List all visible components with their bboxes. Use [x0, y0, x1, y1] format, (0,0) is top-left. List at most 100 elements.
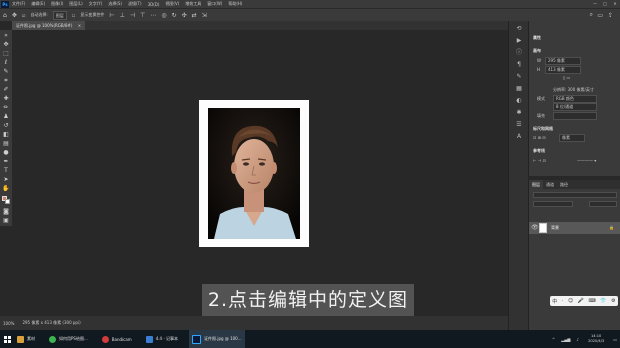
marquee-tool-icon[interactable]: ⬚ — [2, 50, 10, 58]
clone-stamp-tool-icon[interactable]: ♟ — [2, 113, 10, 121]
ime-keyboard-icon[interactable]: ⌨ — [589, 298, 596, 304]
blend-mode-dropdown[interactable] — [533, 201, 573, 207]
styles-panel-icon[interactable]: ✱ — [515, 109, 523, 117]
tray-chevron-icon[interactable]: ^ — [552, 337, 555, 342]
healing-brush-tool-icon[interactable]: ✚ — [2, 95, 10, 103]
align-top-icon[interactable]: ⊤ — [140, 12, 145, 19]
collapse-icon[interactable]: » — [2, 32, 10, 40]
adjustments-panel-icon[interactable]: ◐ — [515, 97, 523, 105]
zoom-level[interactable]: 100% — [3, 321, 14, 326]
ime-skin-icon[interactable]: 👕 — [600, 298, 606, 304]
history-panel-icon[interactable]: ⟲ — [515, 25, 523, 33]
lasso-tool-icon[interactable]: ℓ — [2, 59, 10, 67]
search-icon[interactable]: ⌕ — [590, 11, 593, 19]
taskbar-item-bandicam[interactable]: Bandicam — [99, 330, 135, 348]
maximize-button[interactable]: □ — [600, 0, 610, 8]
move-tool-icon[interactable]: ✥ — [2, 41, 10, 49]
mode-dropdown[interactable]: RGB 颜色 — [553, 95, 597, 103]
menu-3d[interactable]: 3D(D) — [148, 2, 160, 7]
quick-mask-icon[interactable]: ◙ — [2, 208, 10, 216]
align-left-icon[interactable]: ⊢ — [109, 12, 114, 19]
show-transform-checkbox[interactable]: ☐ — [72, 13, 76, 18]
menu-view[interactable]: 视图(V) — [165, 1, 179, 7]
background-color-swatch[interactable] — [5, 199, 10, 204]
swatches-panel-icon[interactable]: ▦ — [515, 85, 523, 93]
move-tool-icon[interactable]: ✥ — [12, 12, 17, 19]
menu-help[interactable]: 帮助(H) — [228, 1, 242, 7]
distribute-icon[interactable]: ⋯ — [150, 12, 156, 19]
dodge-tool-icon[interactable]: ● — [2, 149, 10, 157]
home-icon[interactable]: ⌂ — [3, 12, 7, 19]
properties-panel-icon[interactable]: ☰ — [515, 121, 523, 129]
taskbar-item-photoshop[interactable]: 证件照.jpg @ 100... — [189, 330, 245, 348]
visibility-eye-icon[interactable]: 👁 — [531, 222, 539, 234]
clock[interactable]: 14:10 2020/4/3 — [588, 334, 604, 344]
properties-tab[interactable]: 属性 — [533, 35, 541, 41]
align-right-icon[interactable]: ⊣ — [130, 12, 135, 19]
crop-tool-icon[interactable]: ⌗ — [2, 77, 10, 85]
layer-filter-dropdown[interactable] — [533, 192, 617, 198]
ime-settings-icon[interactable]: ⚙ — [611, 298, 615, 304]
layer-name[interactable]: 背景 — [551, 222, 559, 234]
ime-voice-icon[interactable]: 🎤 — [578, 298, 584, 304]
hand-tool-icon[interactable]: ✋ — [2, 185, 10, 193]
workspace-icon[interactable]: ▭ — [597, 12, 603, 19]
share-icon[interactable]: ⇪ — [608, 12, 613, 19]
menu-layer[interactable]: 图层(L) — [69, 1, 82, 7]
fill-dropdown[interactable] — [553, 112, 597, 120]
minimize-button[interactable]: — — [590, 0, 600, 8]
menu-plugins[interactable]: 增效工具 — [185, 1, 201, 7]
orientation-icon[interactable]: ▯ ▭ — [563, 75, 570, 80]
document-tab[interactable]: 证件照.jpg @ 100%(RGB/8#) × — [12, 21, 86, 30]
network-icon[interactable]: ▂▄▆ — [561, 337, 570, 342]
history-brush-tool-icon[interactable]: ↺ — [2, 122, 10, 130]
layer-row[interactable]: 👁 背景 🔒 — [529, 222, 620, 234]
tab-paths[interactable]: 路径 — [557, 182, 571, 188]
3d-scale-icon[interactable]: ⇲ — [202, 12, 207, 19]
guides-icon[interactable]: ⊢ ⊣ ⊡ — [533, 158, 546, 163]
menu-file[interactable]: 文件(F) — [12, 1, 25, 7]
unit-dropdown[interactable]: 像素 — [559, 134, 585, 142]
menu-edit[interactable]: 编辑(E) — [31, 1, 45, 7]
path-select-tool-icon[interactable]: ➤ — [2, 176, 10, 184]
pen-tool-icon[interactable]: ✒ — [2, 158, 10, 166]
gradient-tool-icon[interactable]: ▤ — [2, 140, 10, 148]
height-field[interactable]: 413 像素 — [545, 66, 581, 74]
notification-icon[interactable]: ▭ — [613, 337, 617, 342]
lock-options[interactable] — [533, 210, 617, 216]
info-panel-icon[interactable]: ⓘ — [515, 49, 523, 57]
3d-mode-icon[interactable]: ◎ — [161, 12, 166, 19]
type-tool-icon[interactable]: T — [2, 167, 10, 175]
tab-channels[interactable]: 通道 — [543, 182, 557, 188]
opacity-field[interactable] — [589, 201, 617, 207]
ime-punctuation-icon[interactable]: · — [562, 298, 564, 304]
taskbar-item-folder[interactable]: 素材 — [14, 330, 38, 348]
canvas-area[interactable]: 2.点击编辑中的定义图案 — [12, 30, 508, 343]
actions-panel-icon[interactable]: ▶ — [515, 37, 523, 45]
close-tab-icon[interactable]: × — [78, 23, 81, 28]
start-button[interactable] — [0, 330, 14, 348]
ime-emoji-icon[interactable]: ☺ — [568, 298, 573, 304]
menu-image[interactable]: 图像(I) — [51, 1, 63, 7]
eyedropper-tool-icon[interactable]: ✐ — [2, 86, 10, 94]
auto-select-target-dropdown[interactable]: 图层 — [52, 10, 67, 20]
depth-dropdown[interactable]: 8 位/通道 — [553, 103, 597, 111]
auto-select-checkbox[interactable]: ☑ — [22, 13, 26, 18]
menu-filter[interactable]: 滤镜(T) — [128, 1, 142, 7]
3d-rotate-icon[interactable]: ↻ — [172, 12, 177, 19]
volume-icon[interactable]: ♪ — [577, 337, 580, 342]
align-center-icon[interactable]: ⊥ — [120, 12, 125, 19]
width-field[interactable]: 295 像素 — [545, 57, 581, 65]
ime-language-button[interactable]: 中 — [552, 298, 557, 305]
brush-panel-icon[interactable]: ✎ — [515, 73, 523, 81]
ruler-icon[interactable]: ⊡ ⊞ ⊟ — [533, 135, 546, 140]
quick-select-tool-icon[interactable]: ✎ — [2, 68, 10, 76]
tab-layers[interactable]: 图层 — [529, 180, 543, 189]
eraser-tool-icon[interactable]: ◧ — [2, 131, 10, 139]
3d-slide-icon[interactable]: ⇄ — [192, 12, 197, 19]
paragraph-panel-icon[interactable]: ¶ — [515, 61, 523, 69]
menu-select[interactable]: 选择(S) — [108, 1, 122, 7]
screen-mode-icon[interactable]: ▣ — [2, 217, 10, 225]
3d-pan-icon[interactable]: ✣ — [182, 12, 187, 19]
brush-tool-icon[interactable]: ✏ — [2, 104, 10, 112]
